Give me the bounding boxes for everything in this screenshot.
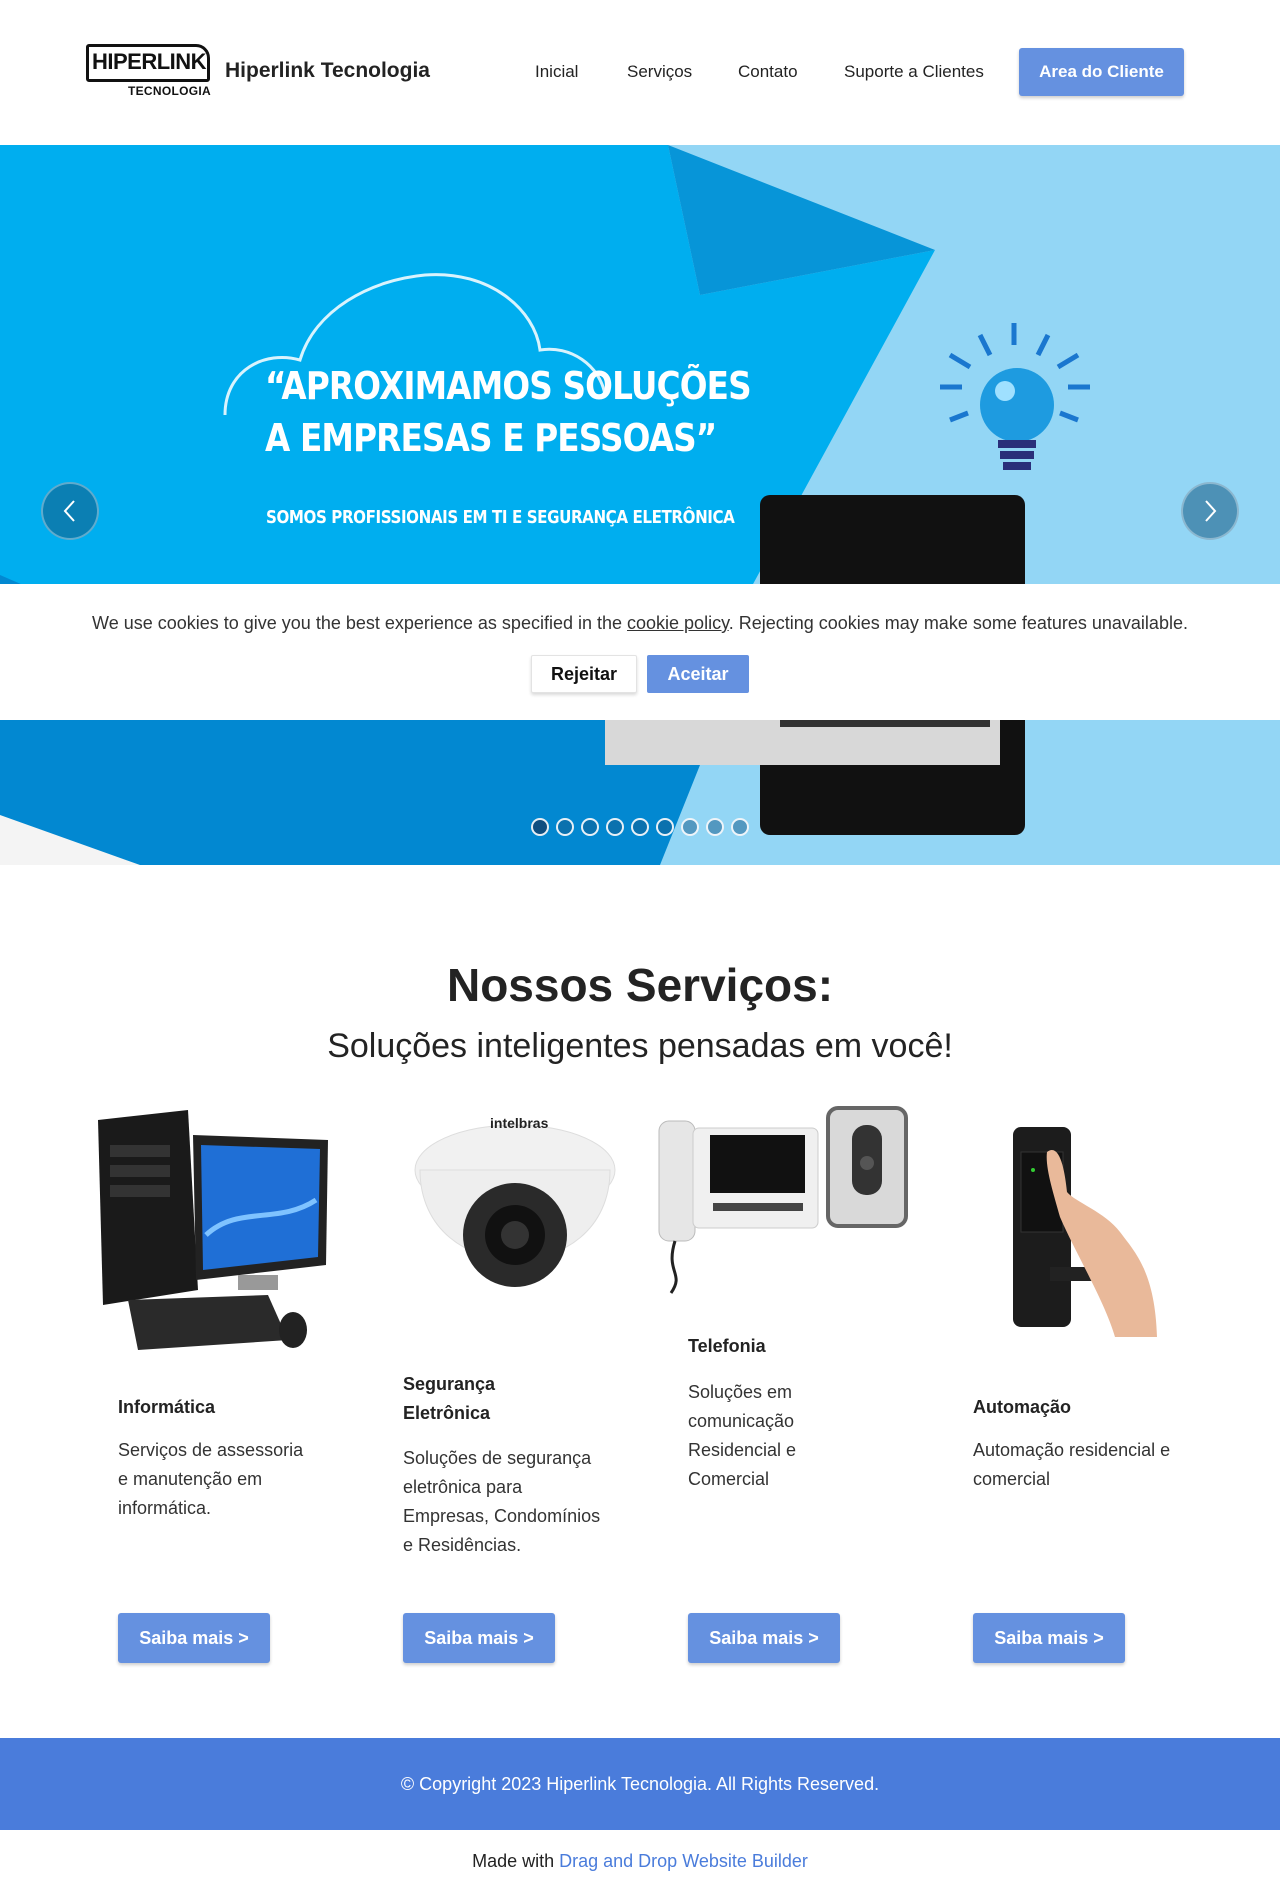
saiba-mais-button[interactable]: Saiba mais >: [403, 1613, 555, 1663]
logo-sub-text: TECNOLOGIA: [128, 84, 211, 98]
slider-dot[interactable]: [681, 818, 699, 836]
service-title: Telefonia: [688, 1336, 766, 1356]
cookie-policy-link[interactable]: cookie policy: [627, 613, 729, 633]
chevron-right-icon: [1205, 500, 1217, 522]
made-with-line: Made with Drag and Drop Website Builder: [0, 1851, 1280, 1872]
smart-lock-image: [1013, 1127, 1157, 1337]
hero-slider: “APROXIMAMOS SOLUÇÕES A EMPRESAS E PESSO…: [0, 145, 1280, 865]
slider-prev-button[interactable]: [41, 482, 99, 540]
logo-main-text: HIPERLINK: [92, 49, 207, 74]
hero-background: [0, 145, 1280, 865]
saiba-mais-button[interactable]: Saiba mais >: [118, 1613, 270, 1663]
slider-dot[interactable]: [706, 818, 724, 836]
service-title: Segurança Eletrônica: [403, 1374, 496, 1423]
hero-title: “APROXIMAMOS SOLUÇÕES A EMPRESAS E PESSO…: [265, 360, 752, 464]
service-description: Soluções de segurança eletrônica para Em…: [403, 1448, 601, 1555]
nav-item-suporte[interactable]: Suporte a Clientes: [844, 62, 984, 82]
saiba-mais-button[interactable]: Saiba mais >: [973, 1613, 1125, 1663]
slider-dot[interactable]: [631, 818, 649, 836]
nav-item-inicial[interactable]: Inicial: [535, 62, 578, 82]
computer-image: [98, 1110, 328, 1350]
slider-dot[interactable]: [581, 818, 599, 836]
cookie-text-after: . Rejecting cookies may make some featur…: [728, 613, 1188, 633]
hero-title-line1: “APROXIMAMOS SOLUÇÕES: [265, 364, 752, 408]
hero-subtitle: SOMOS PROFISSIONAIS EM TI E SEGURANÇA EL…: [266, 507, 735, 528]
accept-cookies-button[interactable]: Aceitar: [647, 655, 749, 693]
slider-dot[interactable]: [531, 818, 549, 836]
cookie-text-before: We use cookies to give you the best expe…: [92, 613, 628, 633]
service-title: Informática: [118, 1397, 216, 1417]
slider-dots: [531, 818, 749, 836]
slider-next-button[interactable]: [1181, 482, 1239, 540]
logo[interactable]: HIPERLINK TECNOLOGIA: [86, 44, 211, 100]
builder-link[interactable]: Drag and Drop Website Builder: [559, 1851, 808, 1871]
site-footer: © Copyright 2023 Hiperlink Tecnologia. A…: [0, 1738, 1280, 1830]
slider-dot[interactable]: [606, 818, 624, 836]
cookie-banner: We use cookies to give you the best expe…: [0, 584, 1280, 720]
copyright-text: © Copyright 2023 Hiperlink Tecnologia. A…: [400, 1773, 880, 1794]
services-title: Nossos Serviços:: [446, 959, 834, 1011]
intercom-image: [658, 1106, 908, 1294]
service-description: Automação residencial e comercial: [973, 1440, 1171, 1489]
client-area-button[interactable]: Area do Cliente: [1019, 48, 1184, 96]
slider-dot[interactable]: [556, 818, 574, 836]
service-description: Soluções em comunicação Residencial e Co…: [688, 1382, 797, 1489]
nav-item-servicos[interactable]: Serviços: [627, 62, 692, 82]
nav-item-contato[interactable]: Contato: [738, 62, 798, 82]
service-title: Automação: [973, 1397, 1072, 1417]
cookie-text: We use cookies to give you the best expe…: [0, 613, 1280, 634]
security-camera-image: intelbras: [414, 1115, 616, 1287]
camera-brand-label: intelbras: [490, 1115, 549, 1131]
chevron-left-icon: [63, 500, 75, 522]
site-header: HIPERLINK TECNOLOGIA Hiperlink Tecnologi…: [0, 0, 1280, 145]
slider-dot[interactable]: [656, 818, 674, 836]
made-with-text: Made with: [472, 1851, 560, 1871]
brand-name[interactable]: Hiperlink Tecnologia: [225, 59, 430, 83]
saiba-mais-button[interactable]: Saiba mais >: [688, 1613, 840, 1663]
hero-title-line2: A EMPRESAS E PESSOAS”: [265, 416, 717, 460]
slider-dot[interactable]: [731, 818, 749, 836]
reject-cookies-button[interactable]: Rejeitar: [531, 655, 637, 693]
services-subtitle: Soluções inteligentes pensadas em você!: [327, 1027, 953, 1065]
service-description: Serviços de assessoria e manutenção em i…: [118, 1440, 304, 1518]
